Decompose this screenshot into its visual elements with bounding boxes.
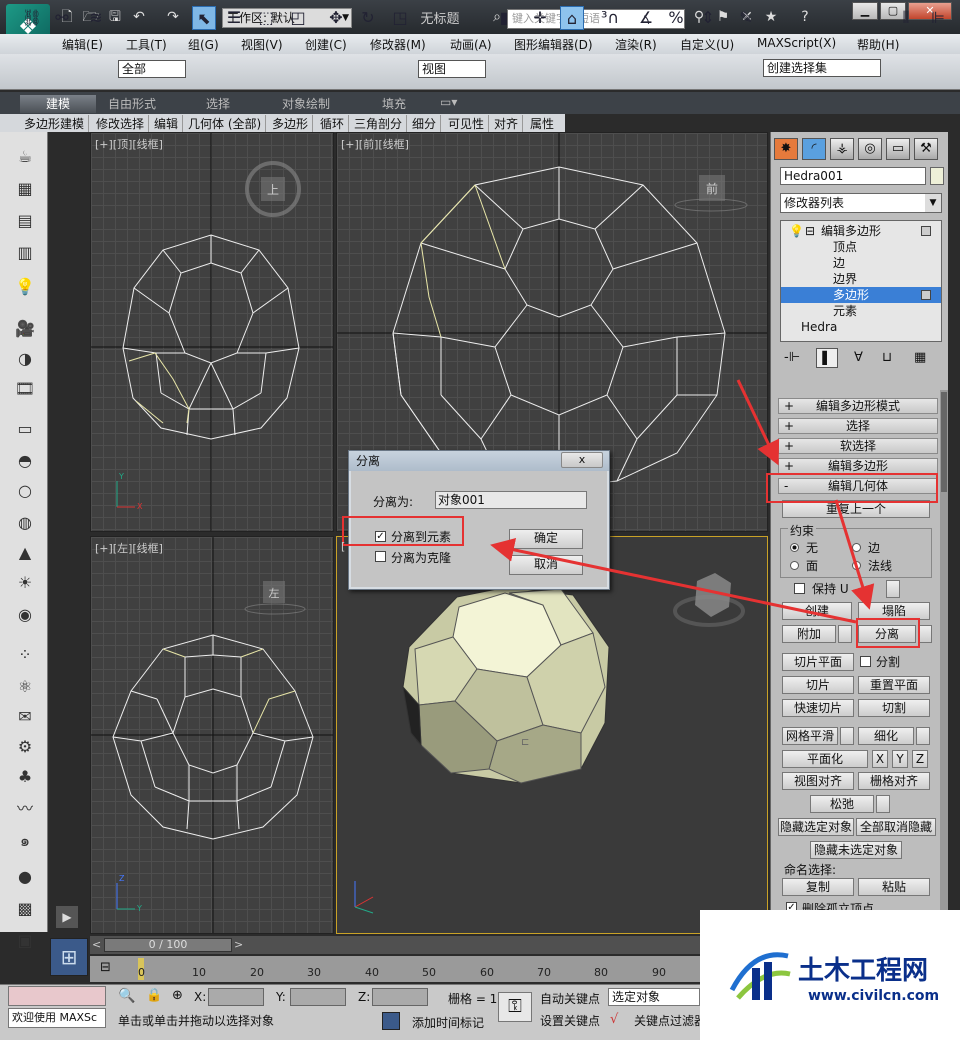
key-filters-button[interactable]: 关键点过滤器 [634,1012,706,1029]
x-coordinate-field[interactable] [208,988,264,1006]
y-coordinate-field[interactable] [290,988,346,1006]
trackbar-menu-icon[interactable]: ⊟ [100,960,111,975]
tick-label: 40 [365,966,379,979]
viewport-label[interactable]: [ [341,540,345,553]
time-slider[interactable]: 0 / 100 [104,938,232,952]
watermark-title: 土木工程网 [798,956,929,986]
annotation-arrows [490,379,875,624]
grid-size-display: 栅格 = 1 [448,992,498,1006]
maxscript-output[interactable]: 欢迎使用 MAXSc [8,1008,106,1028]
key-icon[interactable]: ⚿ [498,992,532,1022]
tick-label: 0 [138,966,145,979]
tick-label: 30 [307,966,321,979]
key-filter-icon[interactable]: √ [610,1012,618,1027]
lock-icon[interactable]: 🔒 [146,988,162,1003]
set-key-button[interactable]: 设置关键点 [540,1012,600,1029]
watermark-logo [729,952,791,1000]
isolate-icon[interactable]: 🔍 [118,988,135,1004]
add-time-tag-button[interactable]: 添加时间标记 [412,1014,484,1031]
tick-label: 90 [652,966,666,979]
tick-label: 10 [192,966,206,979]
tick-label: 60 [480,966,494,979]
tick-label: 70 [537,966,551,979]
y-label: Y: [276,990,286,1004]
transform-mode-icon[interactable]: ⊕ [172,988,183,1003]
prompt-line: 单击或单击并拖动以选择对象 [118,1014,275,1028]
time-tag-icon[interactable] [382,1012,400,1030]
tick-label: 20 [250,966,264,979]
viewport-label[interactable]: [+][左][线框] [95,540,163,556]
next-frame-icon[interactable]: > [234,938,243,951]
tick-label: 80 [594,966,608,979]
viewport-label[interactable]: [+][顶][线框] [95,136,163,152]
z-coordinate-field[interactable] [372,988,428,1006]
maxscript-listener-mini[interactable] [8,986,106,1006]
watermark-url: www.civilcn.com [808,988,940,1004]
x-label: X: [194,990,207,1004]
prev-frame-icon[interactable]: < [92,938,101,951]
tick-label: 50 [422,966,436,979]
z-label: Z: [358,990,371,1004]
viewport-label[interactable]: [+][前][线框] [341,136,409,152]
key-selection-dropdown[interactable]: 选定对象 [608,988,700,1006]
auto-key-button[interactable]: 自动关键点 [540,990,600,1007]
